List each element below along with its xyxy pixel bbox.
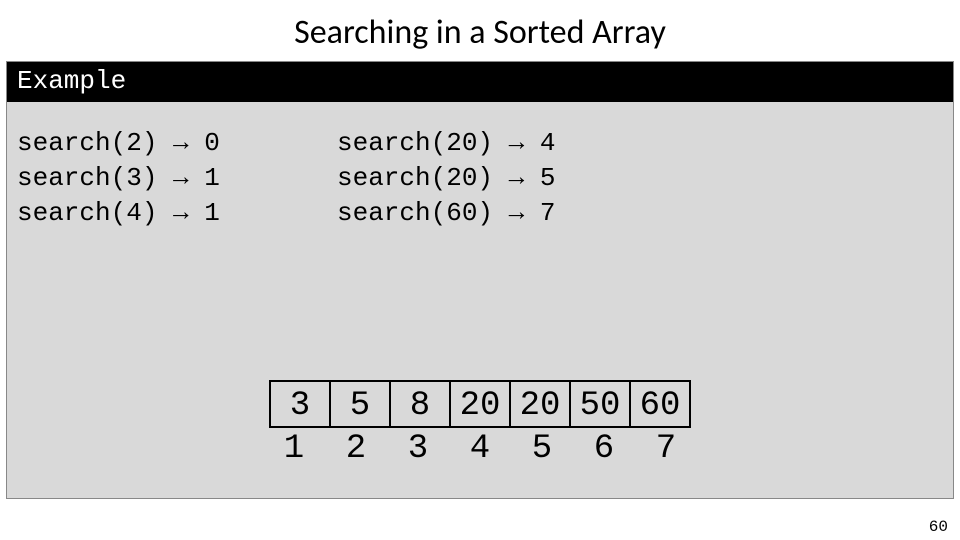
array-cell: 20 [509,380,571,428]
array-indices-row: 1 2 3 4 5 6 7 [263,430,697,468]
slide: Searching in a Sorted Array Example sear… [0,0,960,540]
example-header: Example [7,62,953,102]
array-cell: 8 [389,380,451,428]
index-cell: 5 [511,430,573,468]
content-panel: Example search(2) → 0 search(3) → 1 sear… [6,61,954,499]
index-cell: 2 [325,430,387,468]
page-number: 60 [929,518,948,536]
array-cell: 20 [449,380,511,428]
code-left: search(2) → 0 search(3) → 1 search(4) → … [17,126,337,231]
index-cell: 3 [387,430,449,468]
code-columns: search(2) → 0 search(3) → 1 search(4) → … [7,102,953,231]
index-cell: 7 [635,430,697,468]
array-values-row: 3 5 8 20 20 50 60 [269,380,691,428]
index-cell: 6 [573,430,635,468]
array-cell: 5 [329,380,391,428]
array-cell: 3 [269,380,331,428]
array-cell: 60 [629,380,691,428]
code-right: search(20) → 4 search(20) → 5 search(60)… [337,126,943,231]
index-cell: 1 [263,430,325,468]
array-cell: 50 [569,380,631,428]
index-cell: 4 [449,430,511,468]
slide-title: Searching in a Sorted Array [0,0,960,61]
array-diagram: 3 5 8 20 20 50 60 1 2 3 4 5 6 7 [7,380,953,468]
